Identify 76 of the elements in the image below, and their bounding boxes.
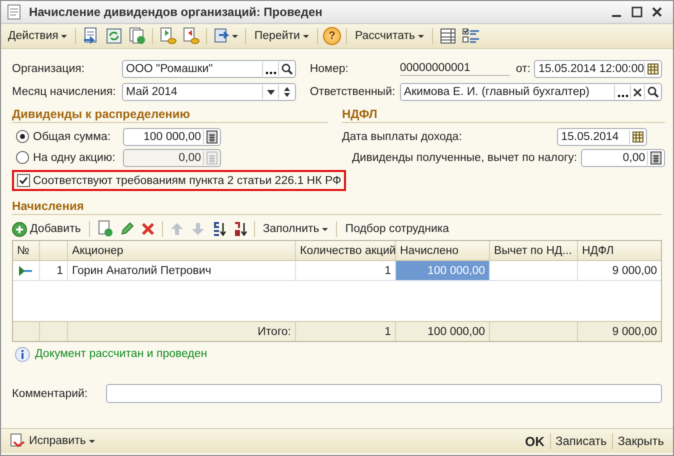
checkbox-label: Соответствуют требованиям пункта 2 статьи 226.1 НК РФ <box>33 174 342 186</box>
add-icon <box>12 222 27 236</box>
calendar-icon[interactable] <box>629 130 646 144</box>
field-label: от: <box>516 62 530 74</box>
close-icon[interactable] <box>651 6 663 18</box>
column-header: Вычет по НД... <box>490 241 578 260</box>
column-header: Начислено <box>396 241 490 260</box>
calendar-icon[interactable] <box>644 62 660 76</box>
checklist-icon[interactable] <box>462 27 480 45</box>
table-cell: 100 000,00 <box>396 261 490 280</box>
table-cell-text: 9 000,00 <box>611 264 658 278</box>
goto-menu[interactable]: Перейти <box>251 28 312 44</box>
month-field[interactable]: Май 2014 <box>122 82 296 100</box>
dropdown-icon[interactable] <box>262 84 278 98</box>
column-header: № <box>13 241 40 260</box>
actions-menu[interactable]: Действия <box>5 28 70 44</box>
table-cell: Горин Анатолий Петрович <box>68 261 296 280</box>
option-label: Общая сумма: <box>33 130 112 142</box>
organization-field[interactable]: ООО "Ромашки" <box>122 60 296 78</box>
copy-add-icon[interactable] <box>96 220 114 238</box>
table-cell: 1 <box>40 261 68 280</box>
more-icon[interactable] <box>614 84 630 98</box>
pay-date-field[interactable]: 15.05.2014 <box>557 128 648 146</box>
field-label: Комментарий: <box>12 388 88 400</box>
status-message: Документ рассчитан и проведен <box>35 348 208 360</box>
footer-button[interactable]: Записать <box>552 432 610 450</box>
help-button[interactable]: ? <box>322 27 341 45</box>
comment-field[interactable] <box>106 384 662 403</box>
delete-icon[interactable] <box>140 221 156 237</box>
calculate-menu[interactable]: Рассчитать <box>352 28 427 44</box>
field-label: Организация: <box>12 62 86 74</box>
refresh-icon[interactable] <box>105 27 124 45</box>
add-button[interactable]: Добавить <box>12 220 84 238</box>
calculator-icon[interactable] <box>647 150 664 164</box>
deduction-field[interactable]: 0,00 <box>581 148 666 166</box>
option-label: На одну акцию: <box>33 152 116 164</box>
column-header: Количество акций <box>296 241 396 260</box>
column-header: НДФЛ <box>581 244 615 258</box>
total-cell: 100 000,00 <box>396 322 490 341</box>
total-cell-text: 9 000,00 <box>611 324 658 340</box>
search-icon[interactable] <box>278 62 294 76</box>
more-icon[interactable] <box>262 62 278 76</box>
field-label: Номер: <box>310 62 350 74</box>
field-label: Дивиденды полученные, вычет по налогу: <box>351 152 578 164</box>
amount-field[interactable]: 100 000,00 <box>123 128 221 146</box>
column-header: Акционер <box>68 241 296 260</box>
section-title: Дивиденды к распределению <box>12 107 328 123</box>
totals-label: Итого: <box>68 322 296 341</box>
number-value: 00000000001 <box>400 62 510 76</box>
field-label: Дата выплаты дохода: <box>342 130 463 142</box>
responsible-field[interactable]: Акимова Е. И. (главный бухгалтер) <box>400 82 662 100</box>
search-icon[interactable] <box>644 84 660 98</box>
maximize-icon[interactable] <box>631 6 643 18</box>
pencil-icon[interactable] <box>118 221 135 237</box>
info-icon <box>15 346 30 362</box>
fix-menu[interactable]: Исправить <box>7 431 98 451</box>
section-title: Начисления <box>12 199 662 215</box>
total-cell: 1 <box>296 322 396 341</box>
radio-button[interactable] <box>16 130 29 143</box>
footer-button[interactable]: Закрыть <box>614 432 667 450</box>
footer-button[interactable]: OK <box>522 432 548 450</box>
section-title: НДФЛ <box>342 107 666 123</box>
list-icon[interactable] <box>438 27 457 45</box>
clear-icon[interactable] <box>630 84 644 98</box>
fill-menu[interactable]: Заполнить <box>260 221 332 237</box>
document-icon <box>7 4 21 20</box>
document-coins-icon[interactable] <box>182 27 200 45</box>
pick-employee-button[interactable]: Подбор сотрудника <box>342 221 452 237</box>
field-label: Месяц начисления: <box>12 86 117 98</box>
copy-add-icon[interactable] <box>128 27 146 45</box>
calculator-icon[interactable] <box>203 130 219 144</box>
document-coins-icon[interactable] <box>159 27 178 45</box>
checkbox[interactable] <box>17 174 30 187</box>
field-label: Ответственный: <box>310 86 396 98</box>
date-field[interactable]: 15.05.2014 12:00:00 <box>534 60 662 78</box>
window-title: Начисление дивидендов организаций: Проведен <box>29 5 322 19</box>
